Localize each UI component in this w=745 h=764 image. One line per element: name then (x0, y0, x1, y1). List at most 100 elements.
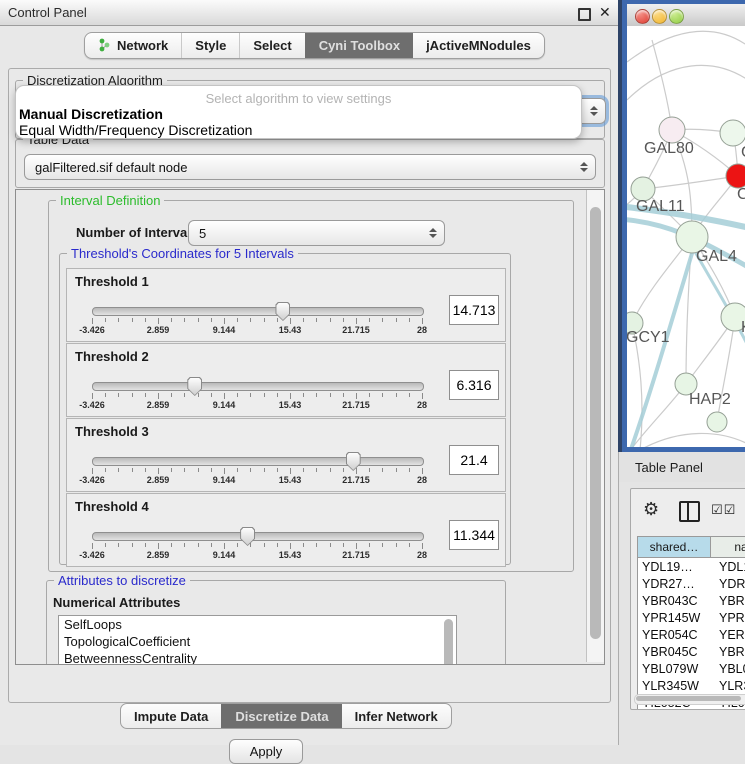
threshold-label: Threshold 1 (75, 274, 149, 289)
zoom-traffic-light[interactable] (669, 9, 684, 24)
tab-network[interactable]: Network (85, 33, 181, 58)
number-of-intervals-combobox[interactable]: 5 (188, 220, 445, 246)
column-layout-icon[interactable] (679, 501, 700, 522)
tab-cyni-toolbox[interactable]: Cyni Toolbox (305, 33, 413, 58)
table-data-combobox[interactable]: galFiltered.sif default node (24, 154, 596, 180)
tab-impute-data[interactable]: Impute Data (121, 704, 221, 728)
tab-label: Impute Data (134, 709, 208, 724)
table-hscrollbar-track[interactable] (634, 694, 745, 705)
network-node[interactable] (720, 120, 745, 146)
threshold-panel: Threshold 2-3.4262.8599.14415.4321.71528… (66, 343, 506, 417)
control-panel-titlebar: Control Panel ✕ (0, 0, 618, 26)
table-row[interactable]: YPR145WYPR1 (638, 609, 745, 626)
network-node-label: GCY1 (627, 329, 670, 346)
network-edge (627, 65, 745, 100)
tab-select[interactable]: Select (239, 33, 304, 58)
table-cell: YLR3 (715, 677, 745, 694)
float-window-icon[interactable] (578, 8, 591, 21)
table-cell: YBR0 (715, 643, 745, 660)
tab-label: Cyni Toolbox (319, 38, 400, 53)
numerical-attributes-label: Numerical Attributes (53, 595, 180, 610)
table-cell: YBR0 (715, 592, 745, 609)
panel-scrollbar-thumb[interactable] (590, 207, 601, 639)
table-row[interactable]: YBR045CYBR0 (638, 643, 745, 660)
table-body: YDL19…YDL1YDR27…YDR2YBR043CYBR0YPR145WYP… (638, 558, 745, 710)
thresholds-group: Threshold's Coordinates for 5 Intervals … (59, 253, 511, 565)
slider-axis-labels: -3.4262.8599.14415.4321.71528 (92, 325, 422, 336)
threshold-slider[interactable] (92, 457, 424, 466)
window-title: Control Panel (8, 5, 87, 20)
network-edge-highlighted (694, 250, 745, 350)
table-row[interactable]: YDR27…YDR2 (638, 575, 745, 592)
settings-scroll-panel: Interval Definition Number of Intervals … (15, 189, 605, 665)
gear-icon[interactable]: ⚙ (643, 499, 659, 520)
table-cell: YDL19… (638, 558, 715, 575)
threshold-value-field[interactable]: 21.4 (449, 445, 499, 475)
slider-axis-labels: -3.4262.8599.14415.4321.71528 (92, 475, 422, 486)
dropdown-option-manual-discretization[interactable]: Manual Discretization (19, 106, 163, 122)
tab-discretize-data[interactable]: Discretize Data (221, 704, 341, 728)
list-scrollbar-thumb[interactable] (444, 619, 453, 665)
threshold-slider[interactable] (92, 532, 424, 541)
threshold-value-field[interactable]: 11.344 (449, 520, 499, 550)
numerical-attributes-list[interactable]: SelfLoopsTopologicalCoefficientBetweenne… (58, 615, 457, 665)
dropdown-option-equal-width-frequency[interactable]: Equal Width/Frequency Discretization (19, 122, 252, 138)
table-cell: YDR2 (715, 575, 745, 592)
minimize-traffic-light[interactable] (652, 9, 667, 24)
network-node-label: GAL4 (696, 248, 737, 265)
table-column-header[interactable]: shared… (638, 537, 711, 557)
table-data-combobox-value: galFiltered.sif default node (35, 160, 187, 175)
table-panel-title: Table Panel (635, 460, 703, 475)
table-column-header[interactable]: na (711, 537, 745, 557)
attribute-list-item[interactable]: SelfLoops (59, 616, 456, 633)
slider-ticks (92, 318, 422, 324)
top-tab-bar: Network Style Select Cyni Toolbox jActiv… (84, 32, 545, 59)
network-canvas[interactable]: GAL80GCGAL11GAL4GCY1HHAP2 (627, 26, 745, 447)
network-icon (98, 38, 111, 53)
network-node[interactable] (726, 164, 745, 188)
table-cell: YPR145W (638, 609, 715, 626)
interval-definition-group: Interval Definition Number of Intervals … (48, 200, 574, 572)
tab-jactivemnodules[interactable]: jActiveMNodules (413, 33, 544, 58)
number-of-intervals-value: 5 (199, 226, 206, 241)
node-table: shared…na YDL19…YDL1YDR27…YDR2YBR043CYBR… (637, 536, 745, 710)
table-row[interactable]: YDL19…YDL1 (638, 558, 745, 575)
table-cell: YER0 (715, 626, 745, 643)
table-row[interactable]: YBL079WYBL0 (638, 660, 745, 677)
threshold-value-field[interactable]: 6.316 (449, 370, 499, 400)
table-row[interactable]: YBR043CYBR0 (638, 592, 745, 609)
network-edge-highlighted (630, 250, 693, 447)
attribute-list-item[interactable]: TopologicalCoefficient (59, 633, 456, 650)
close-traffic-light[interactable] (635, 9, 650, 24)
table-hscrollbar-thumb[interactable] (636, 696, 741, 701)
network-node-label: C (737, 186, 745, 203)
attribute-list-item[interactable]: BetweennessCentrality (59, 650, 456, 665)
apply-button[interactable]: Apply (229, 739, 303, 764)
network-node[interactable] (707, 412, 727, 432)
tab-label: Discretize Data (235, 709, 328, 724)
threshold-panel: Threshold 1 -3.4262.8599.14415.4321.71528… (66, 268, 506, 342)
group-title: Interval Definition (56, 193, 164, 208)
stepper-icon (429, 221, 437, 245)
close-icon[interactable]: ✕ (599, 4, 611, 21)
table-row[interactable]: YLR345WYLR3 (638, 677, 745, 694)
table-row[interactable]: YER054CYER0 (638, 626, 745, 643)
network-node-label: H (741, 319, 745, 336)
network-edge (643, 176, 738, 189)
network-edge (627, 31, 745, 62)
table-cell: YLR345W (638, 677, 715, 694)
tab-style[interactable]: Style (181, 33, 239, 58)
threshold-value-field[interactable]: 14.713 (449, 295, 499, 325)
slider-axis-labels: -3.4262.8599.14415.4321.71528 (92, 550, 422, 561)
checkbox-icons[interactable]: ☑☑ (711, 502, 736, 518)
threshold-slider[interactable] (92, 382, 424, 391)
panel-scrollbar-track[interactable] (586, 190, 604, 662)
threshold-slider[interactable] (92, 307, 424, 316)
network-edge (640, 433, 745, 447)
stepper-icon (580, 155, 588, 179)
tab-infer-network[interactable]: Infer Network (342, 704, 451, 728)
algorithm-dropdown-popup: Select algorithm to view settings Manual… (15, 85, 582, 139)
table-data-group: Table Data galFiltered.sif default node (15, 139, 605, 188)
table-cell: YDL1 (715, 558, 745, 575)
network-node-label: G (741, 144, 745, 161)
